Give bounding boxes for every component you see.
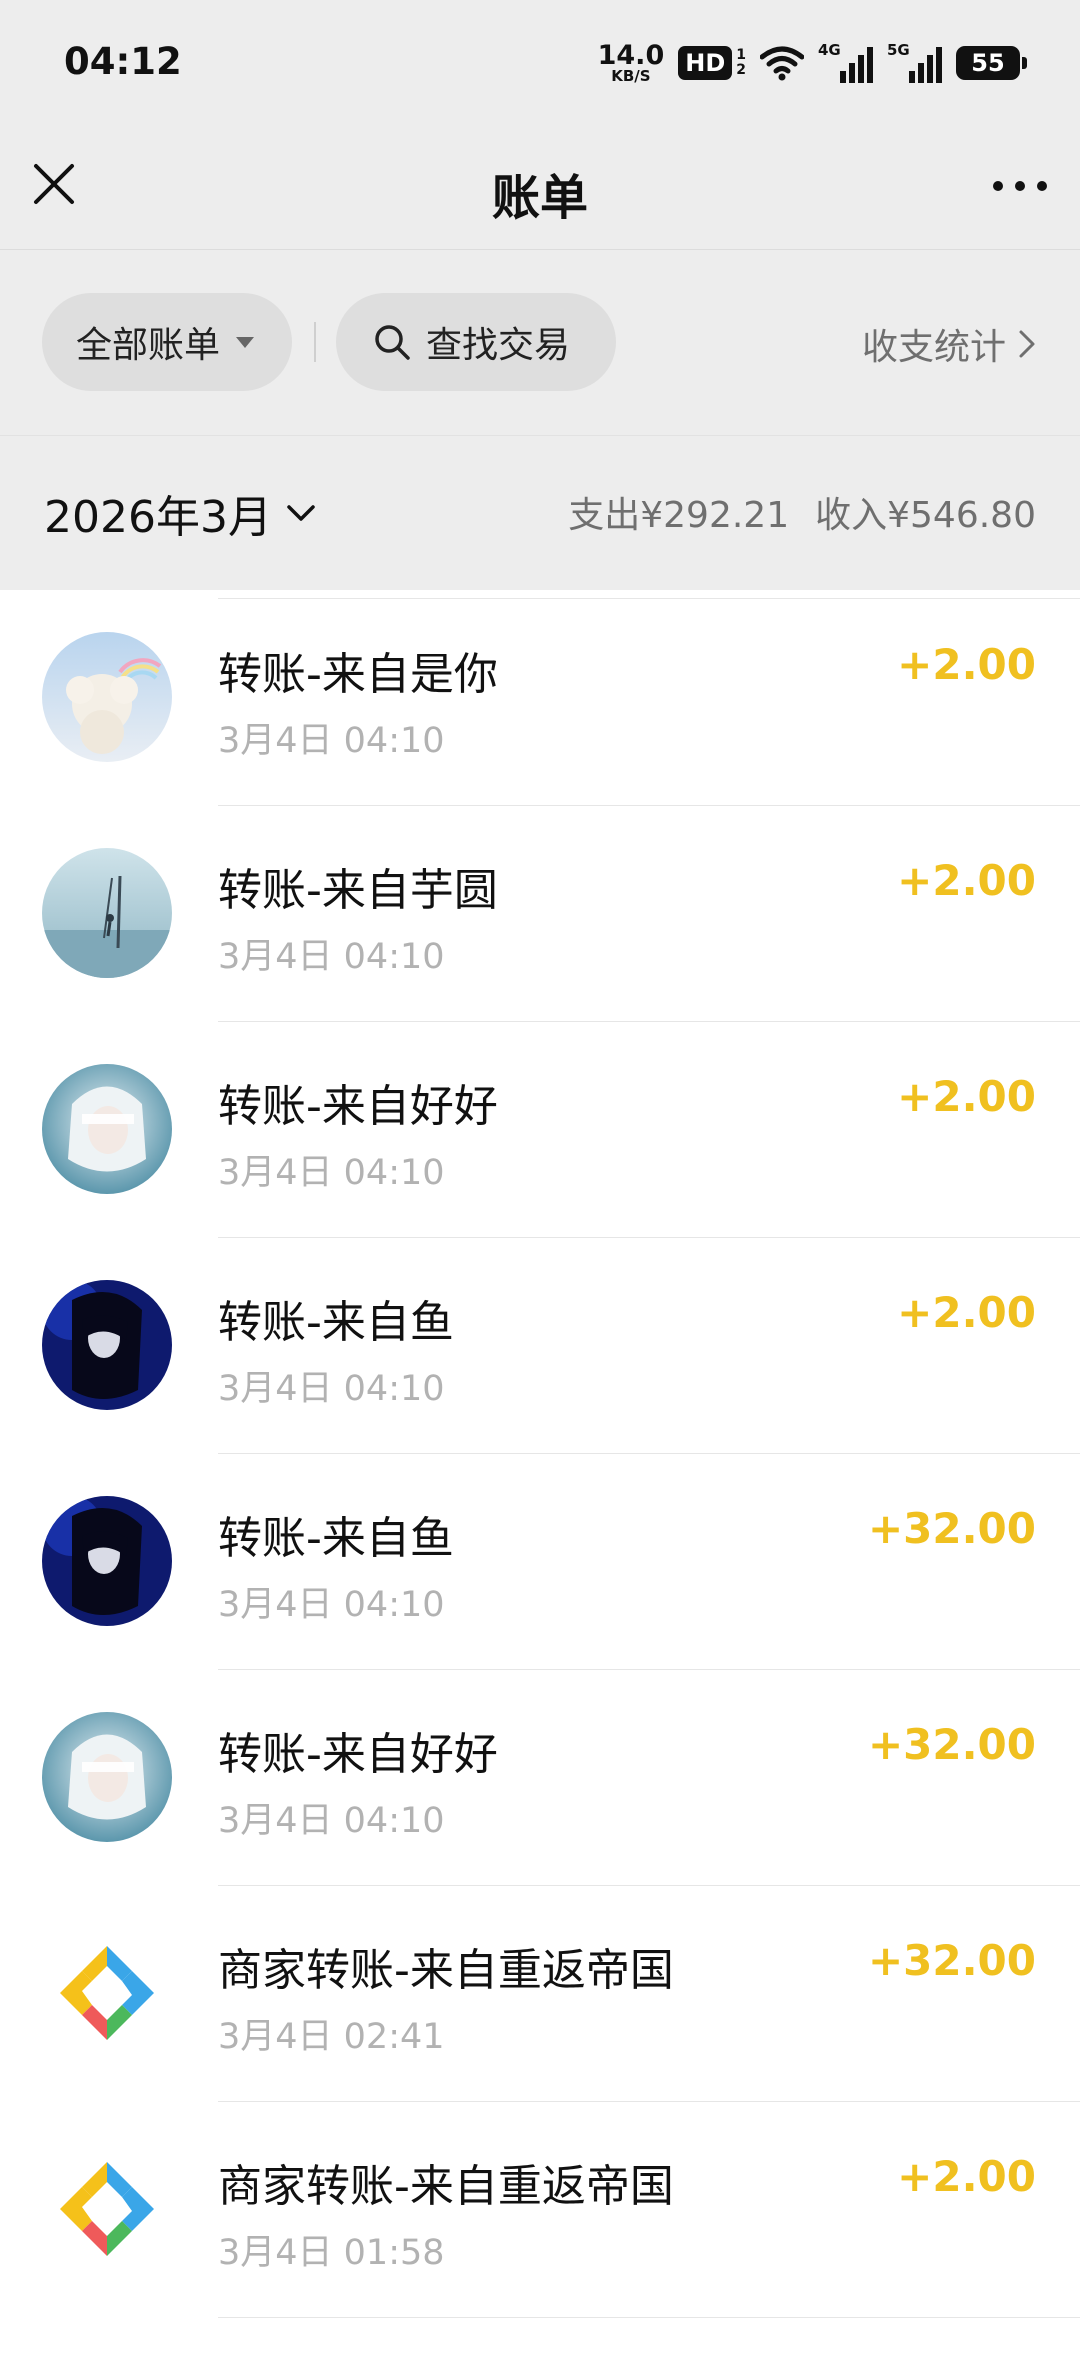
transaction-row[interactable]: 转账-来自鱼 3月4日 04:10 +32.00 <box>0 1454 1080 1670</box>
signal-4g-icon: 4G <box>818 41 873 83</box>
all-bills-dropdown[interactable]: 全部账单 <box>42 293 292 391</box>
income-total: 收入¥546.80 <box>815 495 1036 536</box>
chevron-right-icon <box>1019 330 1035 358</box>
transaction-row[interactable]: 商家转账-来自重返帝国 3月4日 02:41 +32.00 <box>0 1886 1080 2102</box>
transaction-row[interactable]: 转账-来自好好 3月4日 04:10 +32.00 <box>0 1670 1080 1886</box>
income-expense-stats-link[interactable]: 收支统计 <box>862 318 1036 370</box>
transaction-time: 3月4日 04:10 <box>218 1369 445 1409</box>
search-transactions-button[interactable]: 查找交易 <box>336 293 616 391</box>
transaction-time: 3月4日 04:10 <box>218 1585 445 1625</box>
avatar <box>42 1496 172 1626</box>
net-speed-unit: KB/S <box>611 67 651 85</box>
avatar <box>42 1064 172 1194</box>
transaction-amount: +2.00 <box>897 1288 1036 1337</box>
transaction-row[interactable]: 转账-来自芋圆 3月4日 04:10 +2.00 <box>0 806 1080 1022</box>
transaction-time: 3月4日 04:10 <box>218 1801 445 1841</box>
month-header: 2026年3月 支出¥292.21 收入¥546.80 <box>0 435 1080 590</box>
transaction-amount: +2.00 <box>897 2152 1036 2201</box>
divider <box>218 2317 1080 2318</box>
status-bar: 04:12 14.0 KB/S HD 1 2 4G 5G 55 <box>0 0 1080 130</box>
hd-sub-label: 1 2 <box>736 46 746 79</box>
transaction-title: 转账-来自鱼 <box>218 1513 454 1564</box>
transaction-amount: +32.00 <box>867 1936 1036 1985</box>
search-icon <box>375 325 410 360</box>
transaction-row[interactable]: 转账-来自好好 3月4日 04:10 +2.00 <box>0 1022 1080 1238</box>
transaction-row[interactable]: 转账-来自是你 3月4日 04:10 +2.00 <box>0 590 1080 806</box>
hd-sub-1: 1 <box>736 46 746 63</box>
search-label: 查找交易 <box>426 325 571 366</box>
net-speed-value: 14.0 <box>597 40 665 71</box>
page-title: 账单 <box>491 170 588 226</box>
transaction-amount: +2.00 <box>897 640 1036 689</box>
divider <box>314 322 316 362</box>
transaction-amount: +32.00 <box>867 1720 1036 1769</box>
transaction-title: 转账-来自好好 <box>218 1729 498 1780</box>
transaction-title: 商家转账-来自重返帝国 <box>218 1945 674 1996</box>
transaction-amount: +2.00 <box>897 1072 1036 1121</box>
wifi-icon <box>760 46 804 81</box>
month-selector[interactable]: 2026年3月 <box>44 481 316 545</box>
hd-icon: HD <box>678 46 733 80</box>
transaction-time: 3月4日 04:10 <box>218 1153 445 1193</box>
stats-label: 收支统计 <box>861 327 1006 368</box>
month-summary: 支出¥292.21 收入¥546.80 <box>568 486 1036 538</box>
transaction-time: 3月4日 04:10 <box>218 721 445 761</box>
signal-5g-icon: 5G <box>887 41 942 83</box>
avatar <box>42 1712 172 1842</box>
chevron-down-icon <box>287 505 315 521</box>
filter-bar: 全部账单 查找交易 收支统计 <box>0 250 1080 435</box>
transaction-title: 商家转账-来自重返帝国 <box>218 2161 674 2212</box>
month-label: 2026年3月 <box>44 492 272 543</box>
transaction-time: 3月4日 04:10 <box>218 937 445 977</box>
merchant-logo-icon <box>42 2144 172 2274</box>
avatar <box>42 632 172 762</box>
more-icon[interactable] <box>988 158 1052 214</box>
signal-4g-label: 4G <box>818 41 841 59</box>
transaction-row[interactable]: 商家转账-来自重返帝国 3月4日 01:58 +2.00 <box>0 2102 1080 2318</box>
battery-icon: 55 <box>956 46 1027 80</box>
transaction-amount: +32.00 <box>867 1504 1036 1553</box>
merchant-logo-icon <box>42 1928 172 2058</box>
hd-sub-2: 2 <box>736 62 746 78</box>
expense-total: 支出¥292.21 <box>568 495 790 536</box>
transaction-title: 转账-来自是你 <box>218 649 498 700</box>
net-speed: 14.0 KB/S <box>598 42 665 84</box>
battery-level: 55 <box>971 49 1005 77</box>
transaction-title: 转账-来自好好 <box>218 1081 498 1132</box>
status-icons: 14.0 KB/S HD 1 2 4G 5G 55 <box>598 40 1027 86</box>
transaction-time: 3月4日 02:41 <box>218 2017 445 2057</box>
nav-bar: 账单 <box>0 130 1080 250</box>
signal-5g-label: 5G <box>887 41 910 59</box>
transaction-row[interactable]: 转账-来自鱼 3月4日 04:10 +2.00 <box>0 1238 1080 1454</box>
caret-down-icon <box>236 336 255 348</box>
avatar <box>42 1280 172 1410</box>
avatar <box>42 848 172 978</box>
all-bills-label: 全部账单 <box>76 325 221 366</box>
transaction-title: 转账-来自鱼 <box>218 1297 454 1348</box>
status-time: 04:12 <box>64 40 182 83</box>
transaction-amount: +2.00 <box>897 856 1036 905</box>
transaction-time: 3月4日 01:58 <box>218 2233 445 2273</box>
transaction-title: 转账-来自芋圆 <box>218 865 498 916</box>
